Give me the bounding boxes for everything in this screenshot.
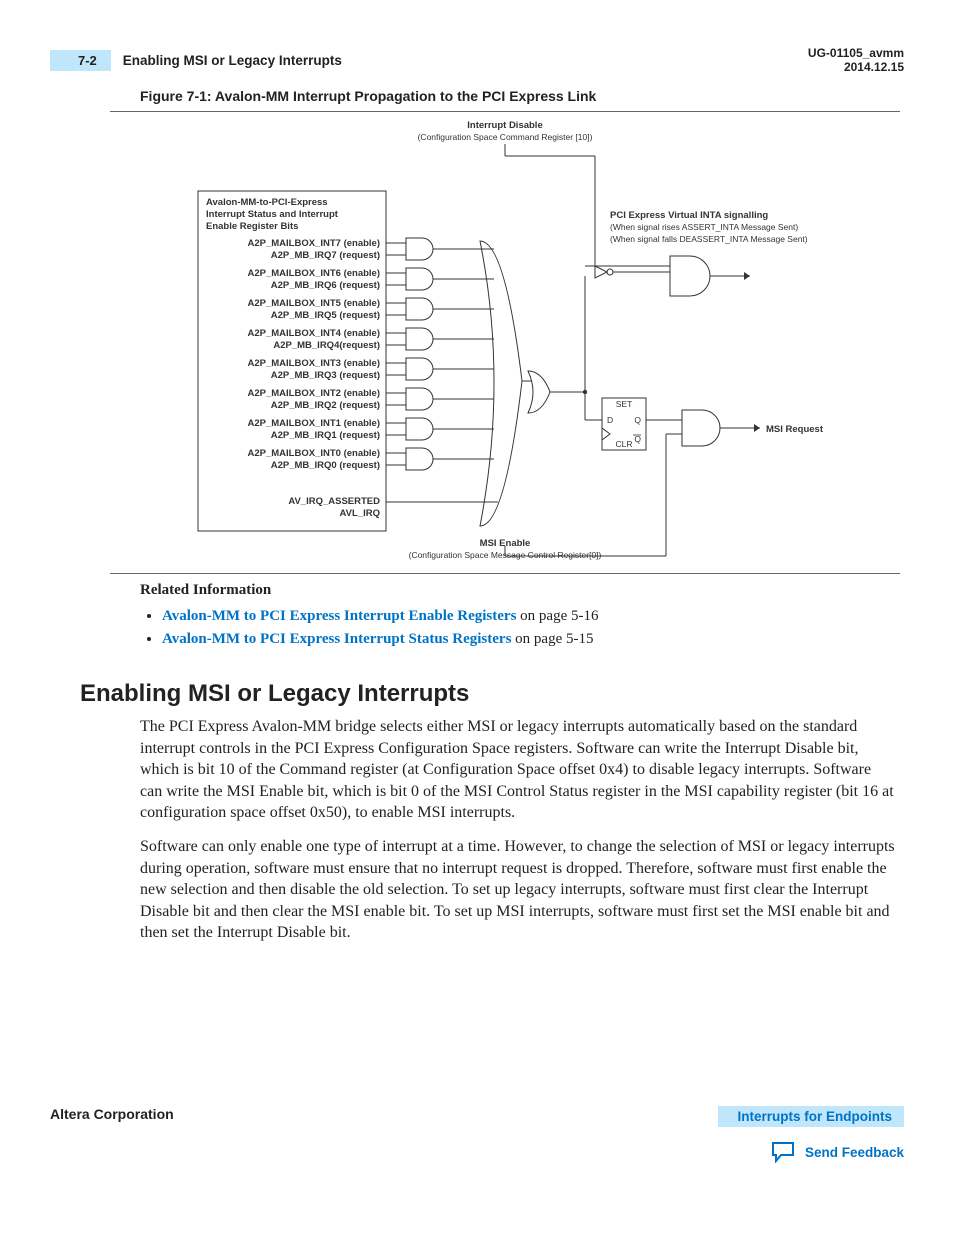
and-gate-5 <box>406 388 433 410</box>
signal-request-3: A2P_MB_IRQ4(request) <box>273 340 380 351</box>
box-title-2: Interrupt Status and Interrupt <box>206 209 339 220</box>
and-gate-2 <box>406 298 433 320</box>
signal-request-2: A2P_MB_IRQ5 (request) <box>271 310 380 321</box>
msi-enable-label: MSI Enable <box>480 538 531 549</box>
page-footer: Altera Corporation Interrupts for Endpoi… <box>50 1106 904 1163</box>
related-heading: Related Information <box>140 582 904 599</box>
and-gate-4 <box>406 358 433 380</box>
related-suffix-1: on page 5-15 <box>511 631 593 647</box>
inta-label-2: (When signal rises ASSERT_INTA Message S… <box>610 222 798 232</box>
and-gate-msi <box>682 410 720 446</box>
interrupt-disable-label: Interrupt Disable <box>467 120 543 131</box>
and-gate-3 <box>406 328 433 350</box>
doc-id: UG-01105_avmm <box>808 46 904 60</box>
footer-left: Altera Corporation <box>50 1106 174 1122</box>
signal-enable-2: A2P_MAILBOX_INT5 (enable) <box>248 298 381 309</box>
feedback-icon <box>771 1141 797 1163</box>
and-gate-inta <box>670 256 710 296</box>
related-suffix-0: on page 5-16 <box>516 608 598 624</box>
inta-label-1: PCI Express Virtual INTA signalling <box>610 210 768 221</box>
signal-request-7: A2P_MB_IRQ0 (request) <box>271 460 380 471</box>
related-link-0[interactable]: Avalon-MM to PCI Express Interrupt Enabl… <box>162 608 516 624</box>
ff-clr: CLR <box>615 439 632 449</box>
section-heading: Enabling MSI or Legacy Interrupts <box>80 680 904 708</box>
related-information: Related Information Avalon-MM to PCI Exp… <box>140 582 904 650</box>
para-2: Software can only enable one type of int… <box>140 836 896 944</box>
ff-set: SET <box>616 399 633 409</box>
or-gate-2 <box>528 371 550 413</box>
ff-qbar: Q <box>634 434 641 444</box>
footer-right: Interrupts for Endpoints Send Feedback <box>718 1106 905 1163</box>
bottom-rule <box>110 573 900 574</box>
signal-enable-6: A2P_MAILBOX_INT1 (enable) <box>248 418 381 429</box>
avl-irq-label: AVL_IRQ <box>340 508 380 519</box>
box-title-3: Enable Register Bits <box>206 221 298 232</box>
header-left: 7-2 Enabling MSI or Legacy Interrupts <box>50 50 342 71</box>
inta-label-3: (When signal falls DEASSERT_INTA Message… <box>610 234 808 244</box>
figure-caption: Figure 7-1: Avalon-MM Interrupt Propagat… <box>140 88 904 104</box>
and-gate-7 <box>406 448 433 470</box>
signal-request-6: A2P_MB_IRQ1 (request) <box>271 430 380 441</box>
and-gate-0 <box>406 238 433 260</box>
msi-request-label: MSI Request <box>766 424 824 435</box>
signal-request-4: A2P_MB_IRQ3 (request) <box>271 370 380 381</box>
inverter <box>595 266 607 278</box>
box-title-1: Avalon-MM-to-PCI-Express <box>206 197 328 208</box>
signal-request-0: A2P_MB_IRQ7 (request) <box>271 250 380 261</box>
ff-q: Q <box>634 415 641 425</box>
interrupt-disable-sublabel: (Configuration Space Command Register [1… <box>418 132 593 142</box>
body-text: The PCI Express Avalon-MM bridge selects… <box>140 716 896 944</box>
footer-chapter-link[interactable]: Interrupts for Endpoints <box>718 1106 905 1127</box>
related-link-1[interactable]: Avalon-MM to PCI Express Interrupt Statu… <box>162 631 511 647</box>
and-gate-1 <box>406 268 433 290</box>
signal-request-5: A2P_MB_IRQ2 (request) <box>271 400 380 411</box>
or-gate <box>480 241 522 526</box>
para-1: The PCI Express Avalon-MM bridge selects… <box>140 716 896 824</box>
signal-enable-1: A2P_MAILBOX_INT6 (enable) <box>248 268 381 279</box>
signal-enable-5: A2P_MAILBOX_INT2 (enable) <box>248 388 381 399</box>
signal-enable-7: A2P_MAILBOX_INT0 (enable) <box>248 448 381 459</box>
irq-asserted-label: AV_IRQ_ASSERTED <box>288 496 380 507</box>
related-item-1: Avalon-MM to PCI Express Interrupt Statu… <box>162 628 904 651</box>
page-number: 7-2 <box>50 50 111 71</box>
signal-request-1: A2P_MB_IRQ6 (request) <box>271 280 380 291</box>
and-gate-6 <box>406 418 433 440</box>
ff-d: D <box>607 415 613 425</box>
top-rule <box>110 111 900 112</box>
related-item-0: Avalon-MM to PCI Express Interrupt Enabl… <box>162 605 904 628</box>
header-topic: Enabling MSI or Legacy Interrupts <box>123 53 342 68</box>
page-header: 7-2 Enabling MSI or Legacy Interrupts UG… <box>50 46 904 74</box>
header-right: UG-01105_avmm 2014.12.15 <box>808 46 904 75</box>
signal-enable-0: A2P_MAILBOX_INT7 (enable) <box>248 238 381 249</box>
send-feedback-link[interactable]: Send Feedback <box>718 1141 905 1163</box>
signal-enable-3: A2P_MAILBOX_INT4 (enable) <box>248 328 381 339</box>
signal-enable-4: A2P_MAILBOX_INT3 (enable) <box>248 358 381 369</box>
feedback-text: Send Feedback <box>805 1145 904 1160</box>
msi-enable-sublabel: (Configuration Space Message Control Reg… <box>409 550 602 560</box>
figure-diagram: Interrupt Disable (Configuration Space C… <box>110 116 900 566</box>
doc-date: 2014.12.15 <box>808 60 904 74</box>
